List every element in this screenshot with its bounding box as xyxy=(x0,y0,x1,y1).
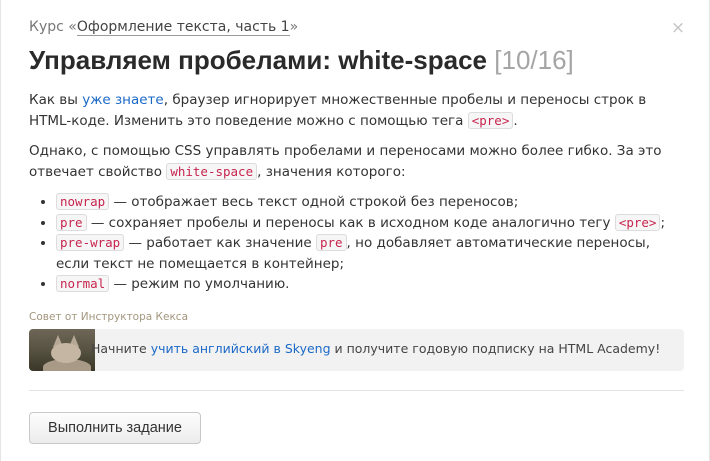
page-title: Управляем пробелами: white-space [10/16] xyxy=(29,45,574,76)
title-text: Управляем пробелами: white-space xyxy=(29,45,488,75)
paragraph-intro: Как вы уже знаете, браузер игнорирует мн… xyxy=(29,90,679,131)
list-item: pre-wrap — работает как значение pre, но… xyxy=(56,233,679,274)
cat-avatar-icon xyxy=(29,329,95,371)
code-value: <pre> xyxy=(614,213,661,231)
task-content: Как вы уже знаете, браузер игнорирует мн… xyxy=(29,90,679,295)
list-item-text: ; xyxy=(660,214,666,231)
list-item-text: — работает как значение xyxy=(124,235,316,251)
code-pre-tag: <pre> xyxy=(467,111,514,129)
tip-text: Начните учить английский в Skyeng и полу… xyxy=(91,341,660,356)
tip-label: Совет от Инструктора Кекса xyxy=(29,311,189,323)
code-value: pre-wrap xyxy=(56,234,125,251)
divider xyxy=(29,390,684,391)
course-breadcrumb: Курс «Оформление текста, часть 1» xyxy=(29,19,299,36)
task-modal: × Курс «Оформление текста, часть 1» Упра… xyxy=(0,0,710,461)
code-value: nowrap xyxy=(56,193,110,210)
code-white-space: white-space xyxy=(166,162,258,180)
code-value: pre xyxy=(315,234,347,251)
submit-task-button[interactable]: Выполнить задание xyxy=(29,412,201,444)
paragraph-css: Однако, с помощью CSS управлять пробелам… xyxy=(29,141,679,182)
already-know-link[interactable]: уже знаете xyxy=(82,92,164,108)
text: , значения которого: xyxy=(257,163,406,180)
list-item-text: — режим по умолчанию. xyxy=(109,276,290,292)
list-item-text: — сохраняет пробелы и переносы как в исх… xyxy=(86,214,615,231)
text: и получите годовую подписку на HTML Acad… xyxy=(330,341,661,356)
text: . xyxy=(513,112,518,129)
task-counter: [10/16] xyxy=(494,45,574,75)
code-value: pre xyxy=(56,213,87,231)
course-link[interactable]: Оформление текста, часть 1 xyxy=(76,19,290,36)
code-value: normal xyxy=(56,275,110,292)
text: Как вы xyxy=(29,92,83,108)
list-item-text: — отображает весь текст одной строкой бе… xyxy=(109,194,519,210)
list-item: nowrap — отображает весь текст одной стр… xyxy=(56,192,679,213)
list-item: pre — сохраняет пробелы и переносы как в… xyxy=(56,213,679,234)
values-list: nowrap — отображает весь текст одной стр… xyxy=(29,192,679,295)
text: Начните xyxy=(91,341,151,356)
close-icon[interactable]: × xyxy=(670,20,686,37)
skyeng-link[interactable]: учить английский в Skyeng xyxy=(151,341,331,356)
course-prefix: Курс « xyxy=(29,19,77,35)
list-item: normal — режим по умолчанию. xyxy=(56,274,679,295)
tip-banner: Начните учить английский в Skyeng и полу… xyxy=(29,329,684,371)
course-suffix: » xyxy=(289,19,299,35)
